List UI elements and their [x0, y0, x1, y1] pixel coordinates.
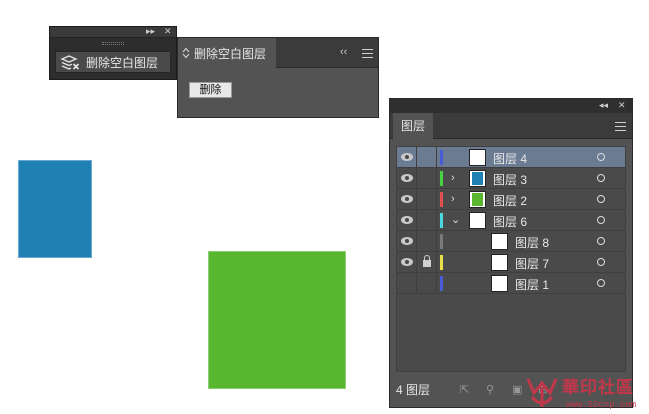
lock-icon	[423, 255, 431, 267]
layer-color-bar	[440, 192, 443, 207]
layer-row[interactable]: ⌄ 图层 6	[397, 210, 625, 231]
layer-name: 图层 6	[493, 215, 528, 229]
watermark-logo-icon	[526, 378, 558, 407]
visibility-toggle[interactable]	[397, 147, 417, 168]
collapse-icon[interactable]: ◂◂	[599, 100, 608, 111]
visibility-toggle[interactable]	[397, 231, 417, 252]
watermark-text: 華印社區	[562, 378, 634, 397]
layer-color-bar	[440, 213, 443, 228]
layer-color-bar	[440, 276, 443, 291]
close-icon[interactable]: ✕	[164, 25, 172, 38]
lock-toggle[interactable]	[417, 252, 437, 273]
layer-color-bar	[440, 255, 443, 270]
eye-icon	[401, 216, 413, 224]
layer-color-bar	[440, 150, 443, 165]
lock-toggle[interactable]	[417, 210, 437, 231]
blue-rectangle[interactable]	[18, 160, 92, 258]
close-icon[interactable]: ✕	[618, 100, 626, 111]
layer-color-bar	[440, 234, 443, 249]
target-circle-icon[interactable]	[597, 237, 605, 245]
eye-icon	[401, 195, 413, 203]
layer-row[interactable]: 图层 1	[397, 273, 625, 294]
search-icon[interactable]: ⚲	[486, 383, 494, 396]
panel-titlebar[interactable]: ▸▸ ✕	[50, 25, 176, 38]
delete-empty-layers-script-button[interactable]: 删除空白图层	[55, 51, 171, 73]
tab-layers[interactable]: 图层	[393, 113, 433, 139]
layer-name: 图层 4	[493, 152, 528, 166]
lock-toggle[interactable]	[417, 273, 437, 294]
layer-name: 图层 3	[493, 173, 528, 187]
layer-color-bar	[440, 171, 443, 186]
layer-row[interactable]: 图层 7	[397, 252, 625, 273]
layer-thumbnail	[469, 191, 486, 208]
eye-icon	[401, 174, 413, 182]
layer-row[interactable]: › 图层 3	[397, 168, 625, 189]
lock-toggle[interactable]	[417, 147, 437, 168]
chevron-down-icon[interactable]: ⌄	[451, 212, 460, 228]
eye-icon	[401, 258, 413, 266]
run-delete-button[interactable]: 删除	[189, 82, 232, 98]
delete-empty-layers-dialog: 删除空白图层 ‹‹ 删除	[177, 37, 379, 118]
dialog-tabbar: 删除空白图层 ‹‹	[178, 38, 378, 68]
export-icon[interactable]: ⇱	[460, 383, 469, 396]
visibility-toggle[interactable]	[397, 189, 417, 210]
layer-thumbnail	[469, 170, 486, 187]
dialog-tab[interactable]: 删除空白图层	[178, 38, 276, 68]
layers-delete-icon	[60, 55, 80, 70]
layer-name: 图层 8	[515, 236, 550, 250]
layer-thumbnail	[491, 254, 508, 271]
layer-name: 图层 2	[493, 194, 528, 208]
visibility-toggle[interactable]	[397, 168, 417, 189]
panel-titlebar[interactable]: ◂◂ ✕	[390, 99, 632, 113]
updown-arrows-icon	[182, 47, 190, 59]
panel-menu-icon[interactable]	[615, 122, 626, 131]
script-button-label: 删除空白图层	[86, 55, 159, 70]
layer-thumbnail	[469, 149, 486, 166]
layers-panel: ◂◂ ✕ 图层 图层 4 › 图层 3 › 图层 2 ⌄ 图层 6 图层 8 图层 7 图层 1 …	[389, 98, 633, 408]
green-square[interactable]	[208, 251, 346, 389]
lock-toggle[interactable]	[417, 189, 437, 210]
target-circle-icon[interactable]	[597, 279, 605, 287]
target-circle-icon[interactable]	[597, 174, 605, 182]
visibility-toggle[interactable]	[397, 252, 417, 273]
layer-name: 图层 7	[515, 257, 550, 271]
expand-icon[interactable]: ▸▸	[146, 25, 155, 38]
eye-icon	[401, 153, 413, 161]
panel-menu-icon[interactable]	[362, 49, 373, 58]
layer-count: 4 图层	[396, 383, 431, 397]
layer-name: 图层 1	[515, 278, 550, 292]
layer-row[interactable]: › 图层 2	[397, 189, 625, 210]
chevron-right-icon[interactable]: ›	[451, 170, 455, 186]
visibility-toggle[interactable]	[397, 210, 417, 231]
visibility-toggle[interactable]	[397, 273, 417, 294]
layer-thumbnail	[491, 275, 508, 292]
layer-row[interactable]: 图层 4	[397, 147, 625, 168]
lock-toggle[interactable]	[417, 168, 437, 189]
lock-toggle[interactable]	[417, 231, 437, 252]
watermark: 華印社區 www.52cnp.com	[520, 371, 649, 414]
eye-icon	[401, 237, 413, 245]
drag-grip[interactable]	[102, 42, 124, 45]
watermark-url: www.52cnp.com	[566, 400, 637, 410]
dialog-tab-label: 删除空白图层	[194, 46, 267, 61]
target-circle-icon[interactable]	[597, 216, 605, 224]
layer-thumbnail	[469, 212, 486, 229]
target-circle-icon[interactable]	[597, 153, 605, 161]
target-circle-icon[interactable]	[597, 195, 605, 203]
layers-tabbar: 图层	[390, 113, 632, 139]
layer-list: 图层 4 › 图层 3 › 图层 2 ⌄ 图层 6 图层 8 图层 7 图层 1	[396, 146, 626, 372]
layer-thumbnail	[491, 233, 508, 250]
collapse-icon[interactable]: ‹‹	[340, 46, 347, 58]
layer-row[interactable]: 图层 8	[397, 231, 625, 252]
script-launcher-panel: ▸▸ ✕ 删除空白图层	[49, 26, 177, 80]
target-circle-icon[interactable]	[597, 258, 605, 266]
chevron-right-icon[interactable]: ›	[451, 191, 455, 207]
